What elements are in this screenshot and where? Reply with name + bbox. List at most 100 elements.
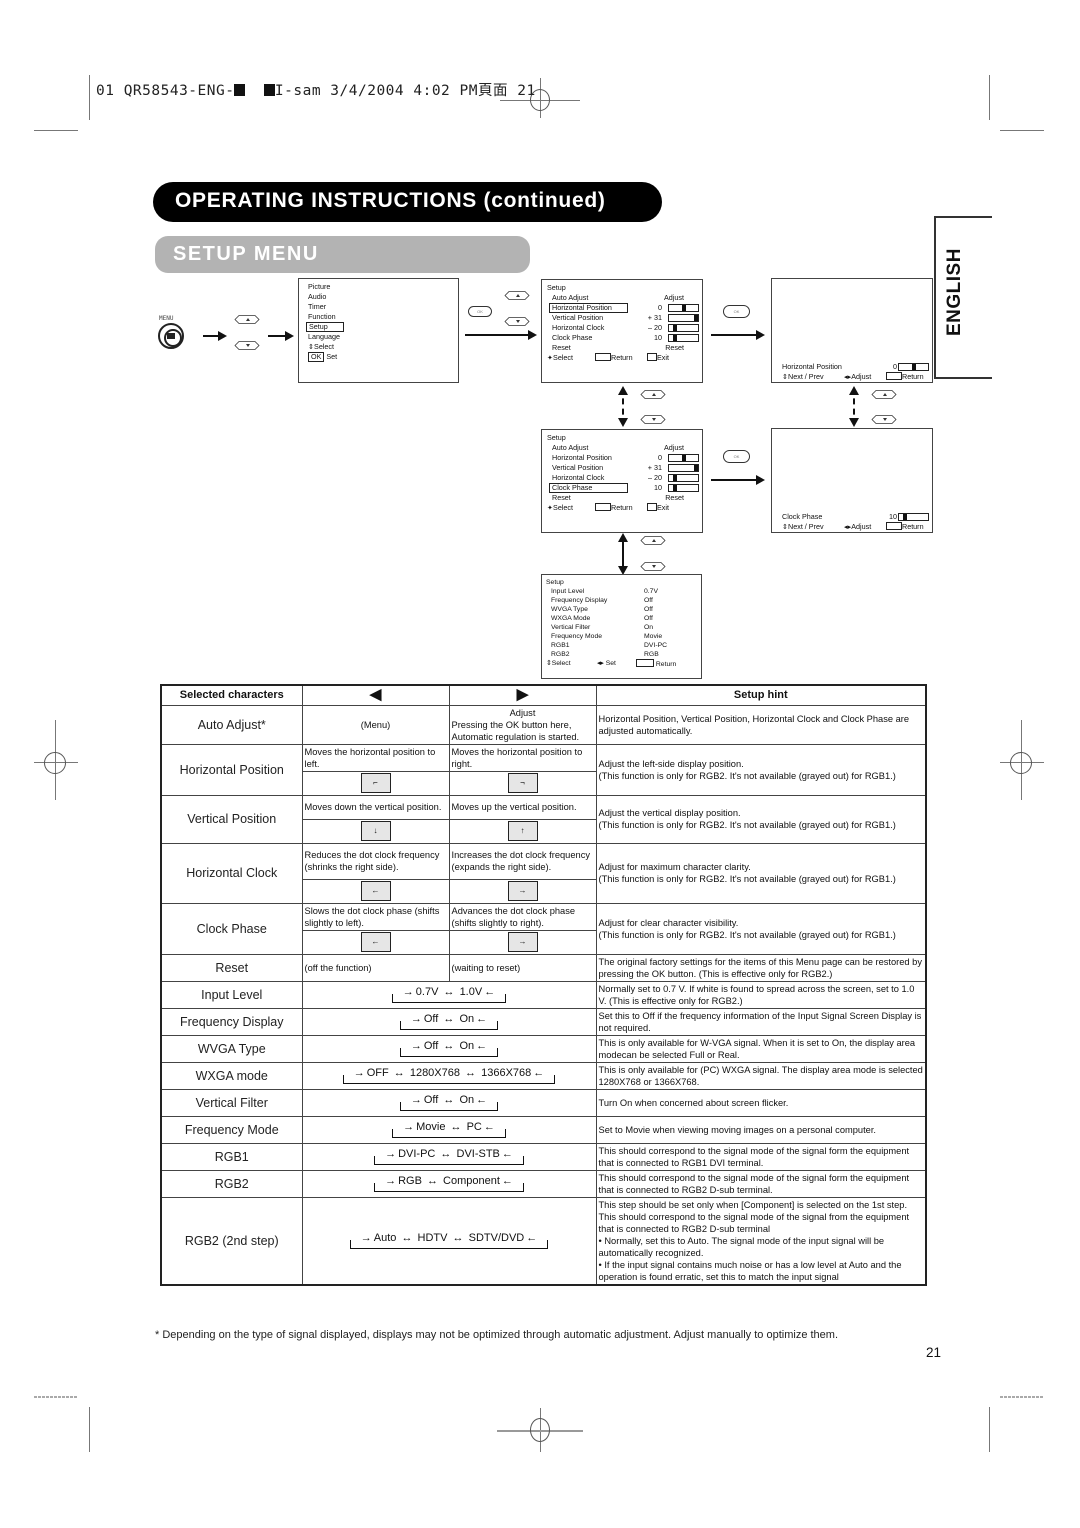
setup-hint: This should correspond to the signal mod… xyxy=(595,1142,927,1171)
left-action: (off the function) xyxy=(301,953,450,982)
crop-mark xyxy=(89,1407,90,1452)
cycle-diagram: → 0.7V ↔ 1.0V ← xyxy=(391,986,507,1003)
double-arrow-icon: ↔ xyxy=(439,1040,459,1052)
adjust-clock-phase-screen: Clock Phase 10 ⇕Next / Prev ◂▸Adjust Return xyxy=(771,428,933,533)
osd-row-value: – 20 xyxy=(648,323,662,332)
right-action-text: Pressing the OK button here, Automatic r… xyxy=(451,719,580,742)
right-screen-cell: ↑ xyxy=(448,818,597,844)
col-header-selected: Selected characters xyxy=(160,684,303,706)
table-row: Vertical Position Moves down the vertical… xyxy=(160,794,927,844)
hint-line: This should correspond to the signal mod… xyxy=(598,1211,910,1234)
menu-item-timer[interactable]: Timer xyxy=(308,302,458,312)
osd-row[interactable]: Input Level 0.7V xyxy=(546,587,701,596)
osd-row[interactable]: Auto Adjust Adjust xyxy=(547,443,702,453)
setup-menu-page2-screen: Setup Input Level 0.7V Frequency Display Of… xyxy=(541,574,702,679)
menu-item-picture[interactable]: Picture xyxy=(308,282,458,292)
option-label: 1366X768 xyxy=(480,1067,533,1079)
osd-row[interactable]: Frequency Mode Movie xyxy=(546,632,701,641)
setup-hint: Set this to Off if the frequency informa… xyxy=(595,1007,927,1036)
footer-return: Return xyxy=(595,503,633,513)
osd-row[interactable]: Horizontal Clock – 20 xyxy=(547,473,702,483)
slug-date: I-sam 3/4/2004 4:02 PM xyxy=(274,83,478,99)
osd-row[interactable]: Vertical Position + 31 xyxy=(547,463,702,473)
arrow-left-icon: ← xyxy=(475,1040,489,1052)
menu-button-icon xyxy=(158,323,184,349)
footer-return: Return xyxy=(595,353,633,363)
arrow-right-icon: → xyxy=(384,1148,398,1160)
up-button-icon xyxy=(234,315,260,324)
cycle-diagram: → RGB ↔ Component ← xyxy=(374,1175,524,1192)
left-action: Moves down the vertical position. xyxy=(301,794,450,820)
osd-row-label: Clock Phase xyxy=(552,333,593,342)
footer-exit-label: Exit xyxy=(657,503,669,512)
footer-next-label: Next / Prev xyxy=(788,522,824,531)
osd-row[interactable]: Horizontal Clock – 20 xyxy=(547,323,702,333)
level-bar xyxy=(668,484,699,492)
level-bar-thumb xyxy=(681,305,686,311)
setup-hint: This should correspond to the signal mod… xyxy=(595,1169,927,1198)
level-bar-thumb xyxy=(681,455,686,461)
osd-row[interactable]: WVGA Type Off xyxy=(546,605,701,614)
osd-row[interactable]: Horizontal Position 0 xyxy=(547,453,702,463)
block-mark xyxy=(234,84,246,96)
updown-arrow-icon xyxy=(618,533,628,575)
option-label: DVI-PC xyxy=(397,1148,437,1160)
osd-row[interactable]: Reset Reset xyxy=(547,493,702,503)
menu-item-language[interactable]: Language xyxy=(308,332,458,342)
footer-select-label: Select xyxy=(553,503,574,512)
osd-row[interactable]: Auto Adjust Adjust xyxy=(547,293,702,303)
hint-line: (This function is only for RGB2. It's no… xyxy=(598,820,896,830)
right-action-title: Adjust xyxy=(509,707,536,718)
osd-row[interactable]: Clock Phase 10 xyxy=(547,333,702,343)
row-name: Vertical Filter xyxy=(160,1088,303,1117)
osd-row[interactable]: Frequency Display Off xyxy=(546,596,701,605)
right-screen-cell: → xyxy=(448,878,597,904)
down-button-icon xyxy=(640,562,666,571)
menu-key-icon xyxy=(647,503,657,511)
footer-next-label: Next / Prev xyxy=(788,372,824,381)
osd-row[interactable]: Clock Phase 10 xyxy=(547,483,702,493)
osd-row-value: 10 xyxy=(654,483,662,492)
osd-row[interactable]: WXGA Mode Off xyxy=(546,614,701,623)
osd-title: Setup xyxy=(546,579,564,586)
right-screen-shift-icon: ¬ xyxy=(507,773,538,793)
arrow-right-icon: → xyxy=(409,1013,423,1025)
osd-row-value: 10 xyxy=(654,333,662,342)
arrow-right-icon: → xyxy=(402,1121,416,1133)
setup-menu-screen-clock-phase: Setup Auto Adjust Adjust Horizontal Positio… xyxy=(541,429,703,533)
hint-line: (This function is only for RGB2. It's no… xyxy=(598,874,896,884)
menu-item-function[interactable]: Function xyxy=(308,312,458,322)
menu-item-audio[interactable]: Audio xyxy=(308,292,458,302)
cycle-cell: → Auto ↔ HDTV ↔ SDTV/DVD ← xyxy=(301,1196,597,1285)
osd-row[interactable]: RGB2 RGB xyxy=(546,650,701,659)
option-label: On xyxy=(458,1094,476,1106)
arrow-right-icon: → xyxy=(401,986,415,998)
double-arrow-icon: ↔ xyxy=(436,1148,456,1160)
left-screen-shift-icon: ← xyxy=(360,881,391,901)
option-label: On xyxy=(458,1040,476,1052)
arrow-left-icon: ← xyxy=(500,1175,514,1187)
osd-row[interactable]: RGB1 DVI-PC xyxy=(546,641,701,650)
table-row: RGB2 (2nd step) → Auto ↔ HDTV ↔ SDTV/DVD ← T… xyxy=(160,1196,927,1285)
double-arrow-icon: ↔ xyxy=(446,1121,466,1133)
level-bar xyxy=(668,314,699,322)
footer-select-label: Select xyxy=(551,660,571,667)
setup-hint: This is only available for (PC) WXGA sig… xyxy=(595,1061,927,1090)
down-button-icon xyxy=(234,341,260,350)
osd-row-label: Horizontal Clock xyxy=(552,323,605,332)
cycle-diagram: → Auto ↔ HDTV ↔ SDTV/DVD ← xyxy=(349,1232,549,1249)
table-row: WXGA mode → OFF ↔ 1280X768 ↔ 1366X768 ← This… xyxy=(160,1061,927,1090)
osd-row[interactable]: Horizontal Position 0 xyxy=(547,303,702,313)
hint-line: This step should be set only when [Compo… xyxy=(598,1199,908,1210)
osd-row[interactable]: Vertical Filter On xyxy=(546,623,701,632)
osd-row-label: Auto Adjust xyxy=(552,293,589,302)
cycle-cell: → RGB ↔ Component ← xyxy=(301,1169,597,1198)
row-name: RGB2 xyxy=(160,1169,303,1198)
menu-item-setup[interactable]: Setup xyxy=(306,322,458,332)
osd-row-value: Off xyxy=(644,615,653,622)
option-label: 0.7V xyxy=(414,986,440,998)
osd-row[interactable]: Vertical Position + 31 xyxy=(547,313,702,323)
osd-row-value: 0.7V xyxy=(644,588,658,595)
osd-row[interactable]: Reset Reset xyxy=(547,343,702,353)
table-row: Reset (off the function) (waiting to reset… xyxy=(160,953,927,982)
